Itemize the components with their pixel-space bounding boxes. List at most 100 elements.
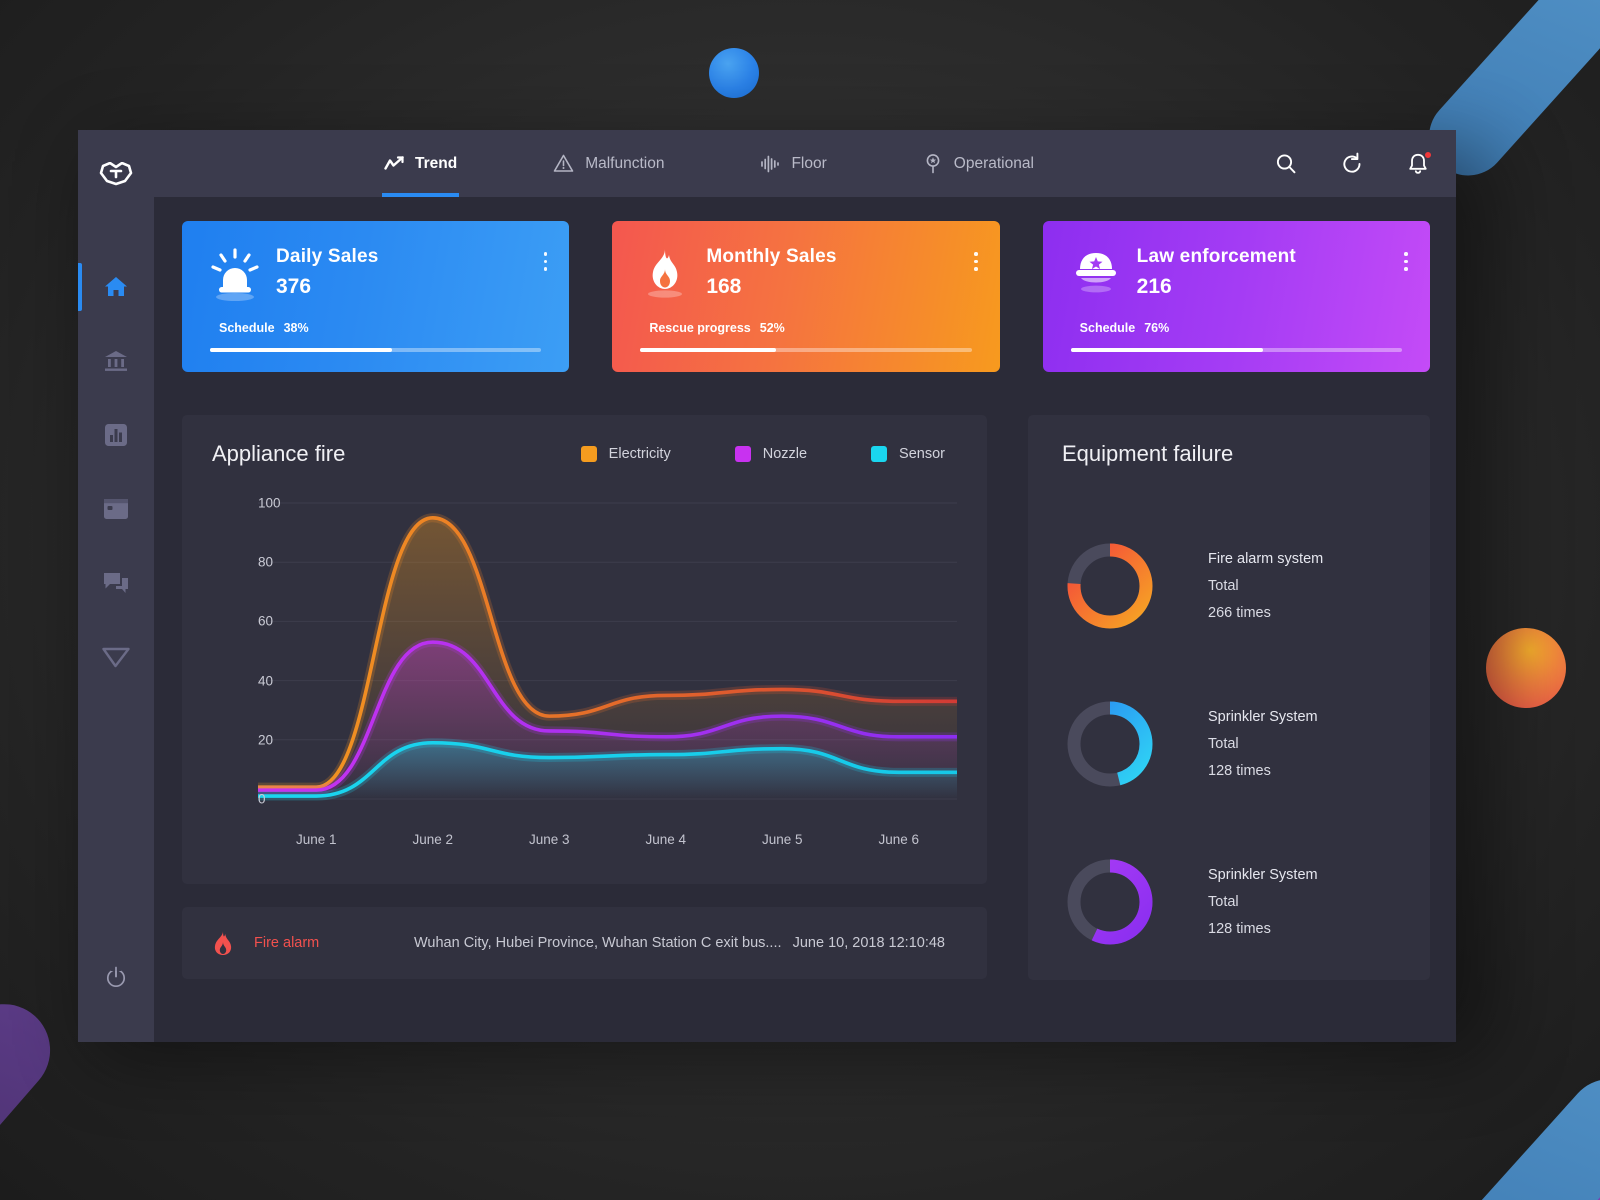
legend-label: Sensor [899,446,945,462]
tab-trend[interactable]: Trend [380,130,461,197]
content-area: Daily Sales 376 Schedule 38% Monthly Sal… [154,197,1456,1042]
stat-card-value: 376 [276,275,312,298]
sidebar [78,130,154,1042]
notification-badge [1424,150,1432,159]
lower-section: Appliance fire Electricity Nozzle Sensor… [182,415,1430,980]
fire-alarm-notification[interactable]: Fire alarm Wuhan City, Hubei Province, W… [182,907,987,979]
tab-label: Operational [953,154,1034,172]
equipment-failure-panel: Equipment failure Fire alarm system Tota… [1028,415,1430,980]
legend-item-nozzle[interactable]: Nozzle [734,446,807,462]
progress-caption: Schedule [219,321,275,335]
donut-chart-sprinkler-2 [1062,854,1158,950]
equipment-item-info: Sprinkler System Total 128 times [1208,862,1318,943]
main-area: Trend Malfunction Floor Operational Dail… [154,130,1456,1042]
equipment-item-count: 128 times [1208,920,1271,937]
equipment-item-info: Sprinkler System Total 128 times [1208,704,1318,785]
stat-card-title: Law enforcement [1136,246,1296,267]
chart-title: Appliance fire [212,441,346,466]
stat-card-header: Monthly Sales 168 [634,245,978,301]
tab-list: Trend Malfunction Floor Operational [380,130,1126,197]
stat-card-footer: Rescue progress 52% [640,321,972,352]
search-button[interactable] [1274,152,1298,176]
progress-bar [210,348,542,352]
power-icon [106,966,126,988]
legend-item-electricity[interactable]: Electricity [580,446,671,462]
sidebar-item-bank[interactable] [78,324,154,398]
stat-card-footer: Schedule 76% [1070,321,1402,352]
equipment-list-item[interactable]: Sprinkler System Total 128 times [1028,823,1430,981]
chart-legend: Electricity Nozzle Sensor [580,446,945,462]
stat-card-text: Daily Sales 376 [276,245,379,299]
decorative-orange-circle [1486,628,1566,708]
chart-x-axis-labels: June 1 June 2 June 3 June 4 June 5 June 6 [258,832,957,847]
equipment-item-total-label: Total [1208,577,1239,594]
chart-x-tick: June 2 [412,832,454,847]
sidebar-item-statistics[interactable] [78,398,154,472]
sidebar-item-messages[interactable] [78,546,154,620]
bar-chart-icon [105,424,127,446]
equipment-item-total-label: Total [1208,893,1239,910]
equipment-item-name: Sprinkler System [1208,708,1318,725]
equalizer-icon [761,155,780,172]
kebab-menu-icon[interactable] [974,245,978,271]
tab-operational[interactable]: Operational [919,130,1038,197]
location-pin-icon [926,154,940,174]
progress-percent: 76% [1144,321,1170,335]
refresh-button[interactable] [1340,152,1364,176]
sidebar-item-wallet[interactable] [78,472,154,546]
progress-caption: Rescue progress [649,321,751,335]
flame-icon [212,930,234,956]
send-icon [102,647,130,668]
power-button[interactable] [78,964,154,990]
notifications-button[interactable] [1406,150,1432,176]
equipment-list-item[interactable]: Fire alarm system Total 266 times [1028,507,1430,665]
chart-header: Appliance fire Electricity Nozzle Sensor [212,441,957,467]
progress-label: Schedule 38% [210,321,541,335]
police-cap-icon [1065,245,1127,299]
progress-label: Rescue progress 52% [640,321,971,335]
decorative-blue-sphere [709,48,759,98]
alarm-timestamp: June 10, 2018 12:10:48 [792,935,945,951]
legend-item-sensor[interactable]: Sensor [871,446,945,462]
equipment-list-item[interactable]: Sprinkler System Total 128 times [1028,665,1430,823]
equipment-item-count: 128 times [1208,762,1271,779]
tab-malfunction[interactable]: Malfunction [549,130,668,197]
tab-label: Trend [415,154,458,172]
brand-logo-icon[interactable] [99,150,133,198]
stat-card-header: Daily Sales 376 [204,245,548,301]
progress-bar-fill [210,348,393,352]
kebab-menu-icon[interactable] [543,245,548,271]
stat-card-law-enforcement[interactable]: Law enforcement 216 Schedule 76% [1042,221,1430,372]
tab-label: Floor [791,154,827,172]
trend-line-icon [384,155,404,170]
chart-x-tick: June 6 [878,832,920,847]
app-window: Trend Malfunction Floor Operational Dail… [78,130,1456,1042]
stat-card-monthly-sales[interactable]: Monthly Sales 168 Rescue progress 52% [612,221,1000,372]
equipment-item-name: Fire alarm system [1208,550,1324,567]
progress-percent: 38% [283,321,309,335]
sidebar-nav [78,250,154,694]
equipment-panel-title: Equipment failure [1062,441,1234,466]
chart-plot-area: 100806040200 June 1June 2June 3June 4Jun… [212,491,962,847]
stat-card-row: Daily Sales 376 Schedule 38% Monthly Sal… [182,221,1430,372]
donut-chart-fire-alarm [1062,538,1158,634]
stat-card-daily-sales[interactable]: Daily Sales 376 Schedule 38% [182,221,570,372]
sidebar-item-send[interactable] [78,620,154,694]
active-indicator [78,263,82,311]
equipment-item-total-label: Total [1208,735,1239,752]
progress-label: Schedule 76% [1071,321,1402,335]
stat-card-text: Law enforcement 216 [1137,245,1296,299]
chat-icon [104,573,128,593]
equipment-failure-list: Fire alarm system Total 266 times Sprink… [1028,507,1430,981]
topbar-actions [1274,150,1432,176]
tab-floor[interactable]: Floor [756,130,830,197]
tab-label: Malfunction [585,154,665,172]
chart-canvas [253,491,962,821]
stat-card-text: Monthly Sales 168 [706,245,836,299]
progress-bar [640,348,972,352]
legend-swatch [734,446,751,462]
progress-caption: Schedule [1079,321,1136,335]
kebab-menu-icon[interactable] [1404,245,1408,271]
refresh-icon [1343,152,1361,173]
sidebar-item-home[interactable] [78,250,154,324]
